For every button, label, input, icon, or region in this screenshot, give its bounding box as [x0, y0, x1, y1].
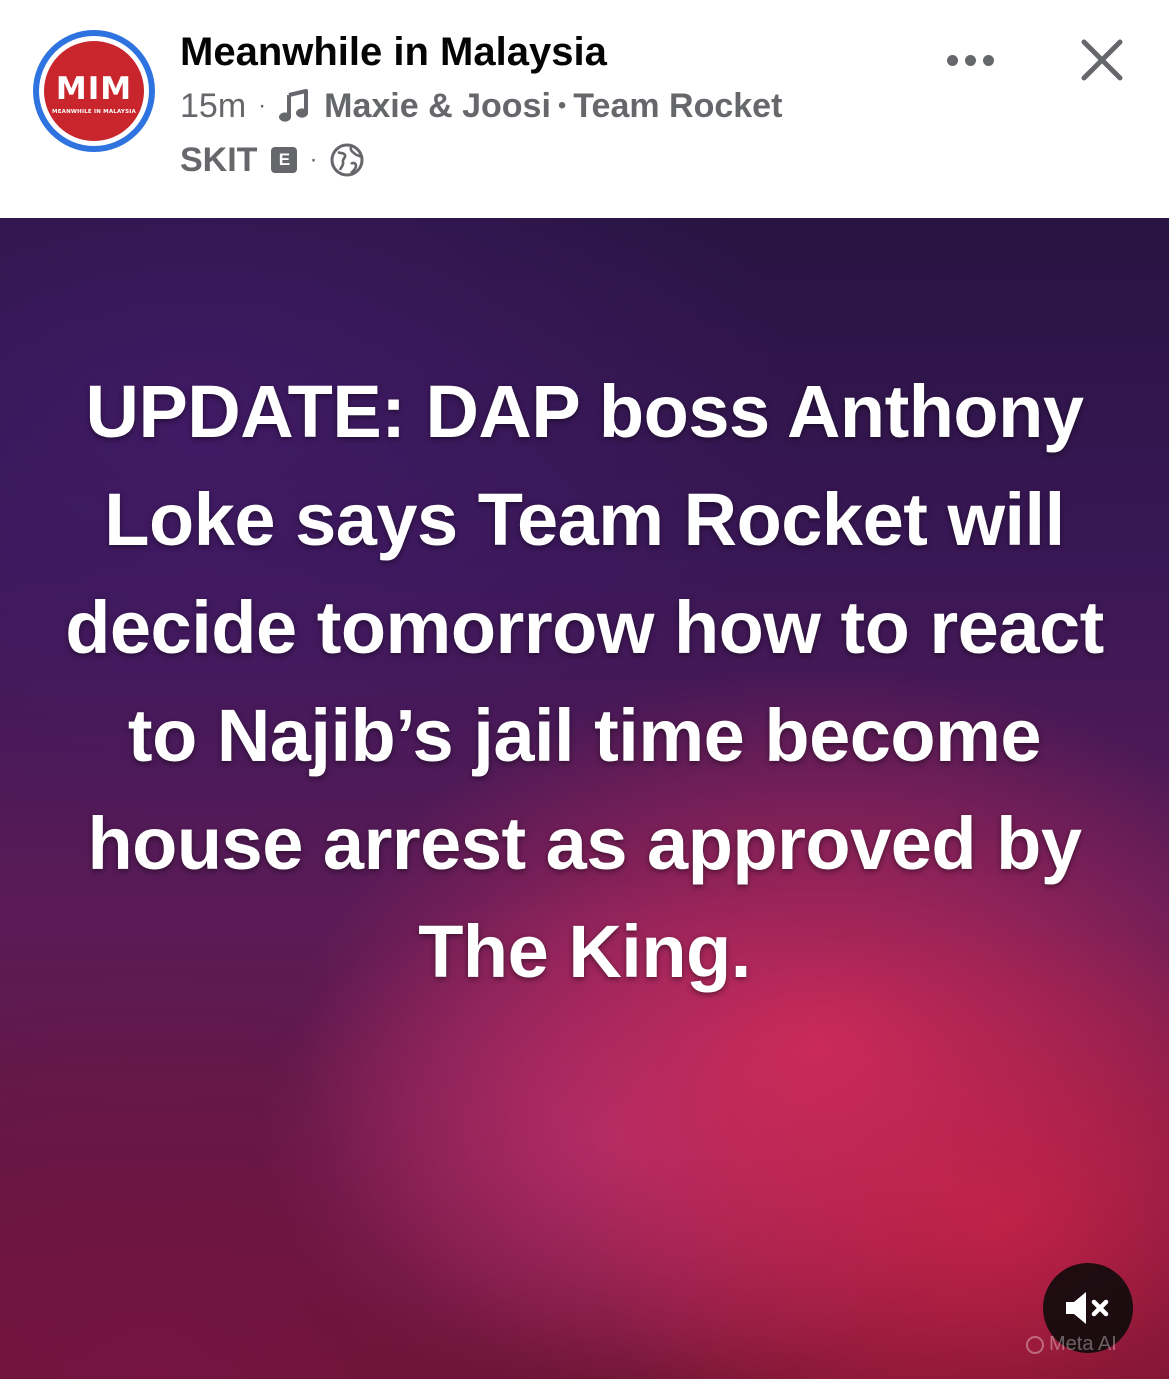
privacy-separator: ·	[309, 146, 318, 173]
logo-text: MIM	[55, 70, 133, 107]
more-options-button[interactable]	[940, 38, 1000, 82]
post-header: MIM MEANWHILE IN MALAYSIA Meanwhile in M…	[0, 0, 1169, 218]
watermark-label: Meta AI	[1049, 1333, 1117, 1355]
globe-icon[interactable]	[329, 142, 365, 178]
logo-subtext: MEANWHILE IN MALAYSIA	[52, 108, 136, 115]
mim-logo: MIM MEANWHILE IN MALAYSIA	[44, 41, 144, 141]
more-options-icon	[946, 54, 958, 66]
music-note-icon	[279, 89, 309, 122]
explicit-badge: E	[271, 147, 298, 173]
song-artist-link[interactable]: Maxie & Joosi	[324, 87, 551, 126]
meta-ai-icon	[1026, 1335, 1044, 1354]
meta-separator: ·	[258, 92, 267, 119]
song-separator: •	[557, 92, 567, 119]
post-media[interactable]: UPDATE: DAP boss Anthony Loke says Team …	[0, 218, 1169, 1379]
close-icon	[1081, 39, 1123, 81]
page-name-link[interactable]: Meanwhile in Malaysia	[180, 30, 607, 75]
close-button[interactable]	[1074, 32, 1130, 88]
post-time[interactable]: 15m	[180, 87, 246, 126]
speaker-muted-icon	[1066, 1292, 1109, 1324]
post-meta-row: 15m · Maxie & Joosi • Team Rocket	[180, 84, 782, 128]
post-body-text: UPDATE: DAP boss Anthony Loke says Team …	[65, 370, 1104, 993]
song-label: SKIT	[180, 140, 258, 179]
meta-ai-watermark: Meta AI	[1026, 1333, 1117, 1356]
song-title-link[interactable]: Team Rocket	[573, 87, 782, 126]
song-label-row: SKIT E ·	[180, 138, 365, 182]
page-avatar[interactable]: MIM MEANWHILE IN MALAYSIA	[33, 30, 155, 152]
